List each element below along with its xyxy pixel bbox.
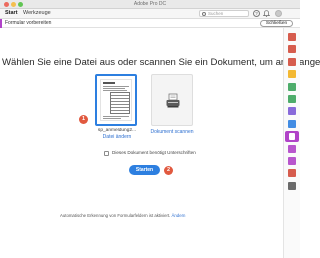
selected-file-card[interactable] (95, 74, 137, 126)
scan-document-link[interactable]: Dokument scannen (145, 129, 199, 135)
protect-icon[interactable] (288, 119, 296, 128)
tool-accent-bar (0, 19, 2, 28)
page-title: Wählen Sie eine Datei aus oder scannen S… (2, 57, 320, 68)
tools-rail (283, 28, 300, 258)
prepare-form-icon[interactable] (285, 130, 299, 142)
search-icon (202, 12, 206, 16)
create-pdf-icon[interactable] (288, 57, 296, 66)
start-button[interactable]: Starten (129, 165, 160, 175)
send-for-signature-icon[interactable] (288, 157, 296, 165)
combine-files-icon[interactable] (288, 82, 296, 91)
tab-start[interactable]: Start (5, 10, 18, 16)
auto-detection-note: Automatische Erkennung von Formularfelde… (60, 213, 185, 218)
change-file-link[interactable]: Datei ändern (93, 134, 141, 140)
file-name: sp_anmeldung2... (97, 128, 137, 133)
export-pdf-icon[interactable] (288, 33, 296, 41)
scanner-icon (166, 93, 180, 108)
nav-bar: Start Werkzeuge Suchen ? (0, 9, 300, 19)
step-badge-1: 1 (79, 115, 88, 124)
fill-sign-icon[interactable] (288, 144, 296, 153)
help-icon[interactable]: ? (253, 10, 260, 17)
title-bar: Adobe Pro DC (0, 0, 300, 9)
signature-checkbox-label[interactable]: Dieses Dokument benötigt Unterschriften (112, 150, 196, 155)
tab-werkzeuge[interactable]: Werkzeuge (23, 10, 51, 16)
more-tools-icon[interactable] (288, 181, 296, 190)
comment-icon[interactable] (288, 70, 296, 79)
scan-document-card[interactable] (151, 74, 193, 126)
rich-media-icon[interactable] (288, 169, 296, 178)
bell-icon[interactable] (262, 10, 271, 17)
window-title: Adobe Pro DC (133, 1, 167, 7)
change-detection-link[interactable]: Ändern (172, 213, 186, 218)
edit-pdf-icon[interactable] (288, 45, 296, 54)
organize-pages-icon[interactable] (288, 95, 296, 103)
search-placeholder: Suchen (208, 11, 224, 16)
search-input[interactable]: Suchen (199, 10, 249, 17)
signature-checkbox[interactable] (104, 151, 109, 156)
document-thumbnail (100, 79, 132, 121)
scan-ocr-icon[interactable] (288, 107, 296, 116)
tool-bar: Formular vorbereiten Schließen (0, 19, 300, 28)
app-window: Adobe Pro DC Start Werkzeuge Suchen ? Fo… (0, 0, 320, 258)
tool-name: Formular vorbereiten (5, 20, 52, 26)
avatar[interactable] (275, 10, 282, 17)
auto-detection-text: Automatische Erkennung von Formularfelde… (60, 213, 171, 218)
step-badge-2: 2 (164, 166, 173, 175)
close-tool-button[interactable]: Schließen (260, 20, 293, 27)
